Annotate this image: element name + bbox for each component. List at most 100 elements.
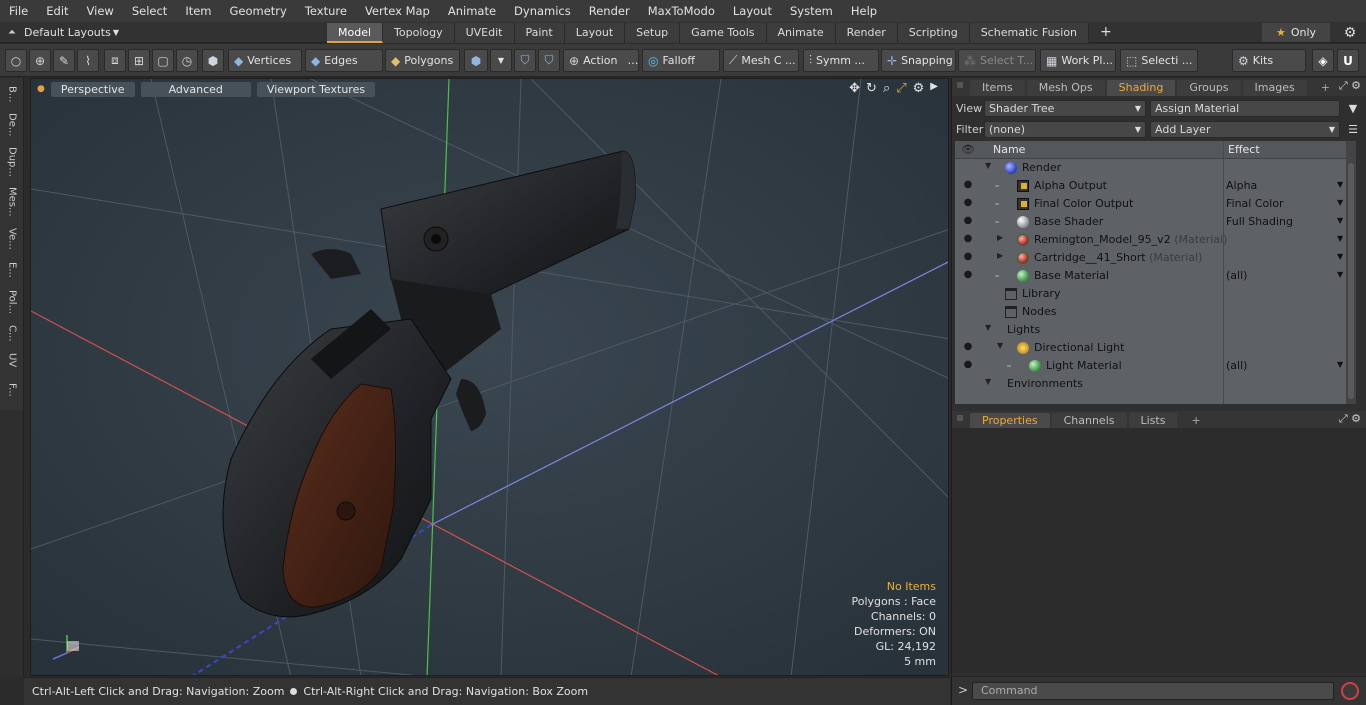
falloff-button[interactable]: ◎ Falloff [642, 49, 720, 72]
shader-tree-scrollbar[interactable] [1346, 141, 1356, 404]
panel-expand-gear-icon[interactable]: ⤢ ⚙ [1339, 412, 1361, 426]
tab-schematic-fusion[interactable]: Schematic Fusion [969, 23, 1090, 43]
selection-sets-button[interactable]: ⬚ Selecti ... [1120, 49, 1198, 72]
3d-viewport[interactable]: ● Perspective Advanced Viewport Textures… [30, 78, 949, 676]
move-view-icon[interactable]: ✥ [849, 81, 860, 96]
tab-scripting[interactable]: Scripting [897, 23, 970, 43]
tab-animate[interactable]: Animate [766, 23, 836, 43]
tree-row-library[interactable]: Library [955, 285, 1349, 303]
menu-item[interactable]: Item [176, 0, 220, 22]
add-panel-tab-button[interactable]: + [1309, 80, 1342, 96]
eye-icon[interactable]: ● [961, 179, 975, 190]
eye-icon[interactable]: ● [961, 197, 975, 208]
expand-triangle-icon[interactable]: ▼ [997, 341, 1003, 350]
view-dropdown[interactable]: Shader Tree ▼ [984, 100, 1146, 117]
filter-dropdown[interactable]: (none) ▼ [984, 121, 1146, 138]
tab-items[interactable]: Items [970, 80, 1025, 96]
select-through-button[interactable]: ⁂ Select T... [958, 49, 1036, 72]
column-name[interactable]: Name [993, 143, 1025, 156]
tree-row-render[interactable]: ▼ Render [955, 159, 1349, 177]
expand-triangle-icon[interactable]: ▼ [985, 161, 991, 170]
menu-view[interactable]: View [78, 0, 123, 22]
chevron-down-icon[interactable]: ▼ [1337, 216, 1343, 225]
expand-triangle-icon[interactable]: ▶ [997, 251, 1003, 260]
menu-select[interactable]: Select [123, 0, 176, 22]
tree-row-effect[interactable]: (all) [1226, 269, 1247, 282]
chevron-down-icon[interactable]: ▼ [1337, 180, 1343, 189]
menu-help[interactable]: Help [842, 0, 886, 22]
menu-render[interactable]: Render [580, 0, 639, 22]
menu-geometry[interactable]: Geometry [221, 0, 296, 22]
left-tab-basic[interactable]: B... [3, 82, 21, 106]
tab-model[interactable]: Model [327, 23, 384, 43]
column-effect[interactable]: Effect [1228, 143, 1260, 156]
tree-row-nodes[interactable]: Nodes [955, 303, 1349, 321]
tree-row-base-material[interactable]: ● Base Material (all) ▼ [955, 267, 1349, 285]
tab-lists[interactable]: Lists [1128, 413, 1178, 429]
expand-triangle-icon[interactable]: ▼ [985, 377, 991, 386]
tree-row-effect[interactable]: (all) [1226, 359, 1247, 372]
tree-row-remington-material[interactable]: ● ▶ Remington_Model_95_v2 (Material) ▼ [955, 231, 1349, 249]
symmetry-a-button[interactable]: ⛉ [514, 49, 536, 72]
play-arrow-icon[interactable]: ▶ [930, 81, 938, 96]
tree-row-effect[interactable]: Alpha [1226, 179, 1257, 192]
globe-button[interactable]: ⊕ [29, 49, 51, 72]
tab-properties[interactable]: Properties [970, 413, 1050, 429]
menu-vertex-map[interactable]: Vertex Map [356, 0, 439, 22]
left-tab-polygon[interactable]: Pol... [3, 286, 21, 318]
only-toggle[interactable]: ★ Only [1262, 23, 1330, 42]
polygons-mode-button[interactable]: ◆ Polygons [385, 49, 460, 72]
left-tab-edge[interactable]: E... [3, 258, 21, 282]
list-options-icon[interactable]: ☰ [1344, 121, 1362, 138]
add-tab-button[interactable]: + [1089, 23, 1123, 43]
advanced-button[interactable]: Advanced [140, 81, 251, 97]
eye-icon[interactable]: ● [961, 269, 975, 280]
pen-button[interactable]: ✎ [53, 49, 75, 72]
tab-layout[interactable]: Layout [564, 23, 626, 43]
tab-uvedit[interactable]: UVEdit [454, 23, 515, 43]
left-tab-duplicate[interactable]: Dup... [3, 144, 21, 180]
assign-material-button[interactable]: Assign Material [1150, 100, 1340, 117]
menu-layout[interactable]: Layout [724, 0, 781, 22]
left-tab-uv[interactable]: UV [3, 348, 21, 372]
eye-icon[interactable]: ● [961, 359, 975, 370]
panel-menu-icon[interactable] [957, 415, 963, 421]
grid-button[interactable]: ⊞ [128, 49, 150, 72]
tree-row-light-material[interactable]: ● Light Material (all) ▼ [955, 357, 1349, 375]
tree-row-base-shader[interactable]: ● Base Shader Full Shading ▼ [955, 213, 1349, 231]
menu-dynamics[interactable]: Dynamics [505, 0, 580, 22]
left-tab-curve[interactable]: C... [3, 322, 21, 344]
expand-triangle-icon[interactable]: ▼ [985, 323, 991, 332]
clock-button[interactable]: ◷ [176, 49, 198, 72]
chevron-down-icon[interactable]: ▼ [1337, 198, 1343, 207]
scrollbar-thumb[interactable] [1348, 163, 1354, 399]
menu-texture[interactable]: Texture [296, 0, 356, 22]
add-layer-dropdown[interactable]: Add Layer ▼ [1150, 121, 1340, 138]
zoom-view-icon[interactable]: ⌕ [883, 81, 890, 96]
viewport-options-icon[interactable]: ● [37, 84, 45, 94]
eye-icon[interactable]: ● [961, 215, 975, 226]
chevron-down-icon[interactable]: ▼ [1337, 252, 1343, 261]
tree-row-directional-light[interactable]: ● ▼ Directional Light [955, 339, 1349, 357]
tab-images[interactable]: Images [1242, 80, 1307, 96]
maximize-icon[interactable]: ⤢ [896, 81, 906, 96]
chevron-down-icon[interactable]: ▼ [1337, 360, 1343, 369]
tree-row-cartridge-material[interactable]: ● ▶ Cartridge__41_Short (Material) ▼ [955, 249, 1349, 267]
viewport-gear-icon[interactable]: ⚙ [913, 81, 925, 96]
expand-triangle-icon[interactable]: ▶ [997, 233, 1003, 242]
left-tab-mesh-edit[interactable]: Mes... [3, 184, 21, 220]
unreal-button[interactable]: U [1337, 49, 1359, 72]
gear-icon[interactable]: ⚙ [1338, 23, 1362, 42]
work-plane-button[interactable]: ▦ Work Pl... [1040, 49, 1116, 72]
layout-selector[interactable]: ⏶ Default Layouts ▼ [8, 22, 119, 43]
item-mode-button[interactable]: ⬢ [202, 49, 224, 72]
mode-dropdown-button[interactable]: ▼ [490, 49, 512, 72]
tree-row-alpha-output[interactable]: ● Alpha Output Alpha ▼ [955, 177, 1349, 195]
menu-maxtomodo[interactable]: MaxToModo [639, 0, 724, 22]
vertices-mode-button[interactable]: ◆ Vertices [228, 49, 302, 72]
square-button[interactable]: ▢ [152, 49, 174, 72]
rotate-view-icon[interactable]: ↻ [866, 81, 877, 96]
tab-groups[interactable]: Groups [1177, 80, 1241, 96]
eye-icon[interactable]: ● [961, 251, 975, 262]
align-button[interactable]: ⧈ [104, 49, 126, 72]
